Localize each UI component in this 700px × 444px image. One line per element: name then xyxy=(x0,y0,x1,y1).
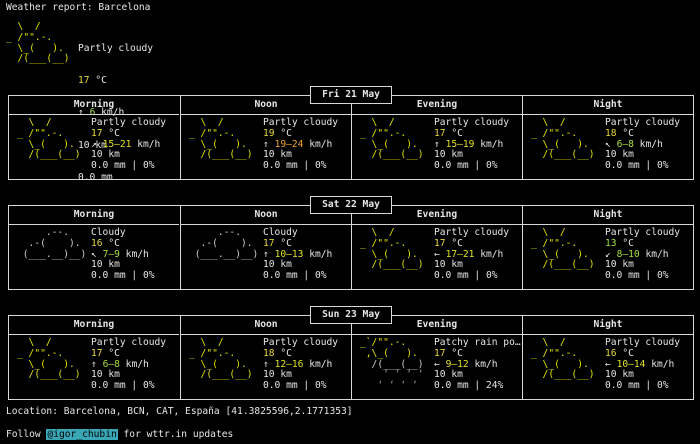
period-precip: 0.0 mm | 0% xyxy=(434,270,498,282)
current-temp: 17 °C xyxy=(78,74,107,86)
period-title: Night xyxy=(523,206,693,225)
period-column: Noon .--. .-( ). (___.__)__) Cloudy 17 °C ↑… xyxy=(180,206,351,289)
period-column: Night \ / _ /"".-. \_( ). /(___(__) Partly… xyxy=(522,96,693,179)
period-precip: 0.0 mm | 0% xyxy=(263,160,327,172)
report-title: Weather report: Barcelona xyxy=(6,2,151,13)
weather-ascii-icon: .--. .-( ). (___.__)__) xyxy=(17,227,87,260)
weather-ascii-icon: \ / _ /"".-. \_( ). /(___(__) xyxy=(531,227,595,271)
current-condition: Partly cloudy xyxy=(78,42,154,54)
weather-ascii-icon: \ / _ /"".-. \_( ). /(___(__) xyxy=(17,117,81,161)
period-precip: 0.0 mm | 0% xyxy=(91,160,155,172)
period-precip: 0.0 mm | 24% xyxy=(434,380,504,392)
follow-line: Follow @igor_chubin for wttr.in updates xyxy=(6,429,234,440)
day-date-header: Fri 21 May xyxy=(310,86,392,104)
day-date-header: Sun 23 May xyxy=(310,306,392,324)
period-precip: 0.0 mm | 0% xyxy=(263,380,327,392)
day-table: Morning .--. .-( ). (___.__)__) Cloudy 16 … xyxy=(8,205,694,290)
weather-ascii-icon: \ / _ /"".-. \_( ). /(___(__) xyxy=(360,117,424,161)
weather-ascii-icon: \ / _ /"".-. \_( ). /(___(__) xyxy=(531,117,595,161)
weather-ascii-icon: \ / _ /"".-. \_( ). /(___(__) xyxy=(360,227,424,271)
period-title: Morning xyxy=(9,316,179,335)
period-title: Morning xyxy=(9,96,179,115)
day-date-header: Sat 22 May xyxy=(310,196,392,214)
weather-ascii-icon: \ / _ /"".-. \_( ). /(___(__) xyxy=(17,337,81,381)
period-precip: 0.0 mm | 0% xyxy=(605,380,669,392)
period-column: Noon \ / _ /"".-. \_( ). /(___(__) Partly … xyxy=(180,316,351,399)
period-title: Morning xyxy=(9,206,179,225)
weather-ascii-icon: .--. .-( ). (___.__)__) xyxy=(189,227,259,260)
period-column: Evening _`/"".-. ,\_( ). /(___(__) ‘ ‘ ‘ … xyxy=(351,316,522,399)
period-column: Morning \ / _ /"".-. \_( ). /(___(__) Part… xyxy=(9,316,179,399)
twitter-handle-link[interactable]: @igor_chubin xyxy=(46,429,118,440)
location-line: Location: Barcelona, BCN, CAT, España [4… xyxy=(6,406,353,417)
period-precip: 0.0 mm | 0% xyxy=(91,380,155,392)
period-title: Night xyxy=(523,96,693,115)
weather-ascii-icon: \ / _ /"".-. \_( ). /(___(__) xyxy=(189,117,253,161)
period-column: Morning .--. .-( ). (___.__)__) Cloudy 16 … xyxy=(9,206,179,289)
period-column: Morning \ / _ /"".-. \_( ). /(___(__) Part… xyxy=(9,96,179,179)
weather-ascii-icon: _`/"".-. ,\_( ). /(___(__) ‘ ‘ ‘ ‘ ‘ ‘ ‘… xyxy=(360,337,424,392)
period-precip: 0.0 mm | 0% xyxy=(263,270,327,282)
period-column: Evening \ / _ /"".-. \_( ). /(___(__) Part… xyxy=(351,96,522,179)
period-precip: 0.0 mm | 0% xyxy=(91,270,155,282)
period-title: Night xyxy=(523,316,693,335)
period-column: Evening \ / _ /"".-. \_( ). /(___(__) Part… xyxy=(351,206,522,289)
day-table: Morning \ / _ /"".-. \_( ). /(___(__) Part… xyxy=(8,95,694,180)
period-column: Noon \ / _ /"".-. \_( ). /(___(__) Partly … xyxy=(180,96,351,179)
period-column: Night \ / _ /"".-. \_( ). /(___(__) Partly… xyxy=(522,206,693,289)
day-table: Morning \ / _ /"".-. \_( ). /(___(__) Part… xyxy=(8,315,694,400)
period-column: Night \ / _ /"".-. \_( ). /(___(__) Partly… xyxy=(522,316,693,399)
weather-ascii-icon: \ / _ /"".-. \_( ). /(___(__) xyxy=(189,337,253,381)
period-precip: 0.0 mm | 0% xyxy=(605,270,669,282)
terminal: Weather report: Barcelona \ / _ /"".-. \_… xyxy=(0,0,700,444)
weather-ascii-icon: \ / _ /"".-. \_( ). /(___(__) xyxy=(531,337,595,381)
period-precip: 0.0 mm | 0% xyxy=(434,160,498,172)
period-precip: 0.0 mm | 0% xyxy=(605,160,669,172)
